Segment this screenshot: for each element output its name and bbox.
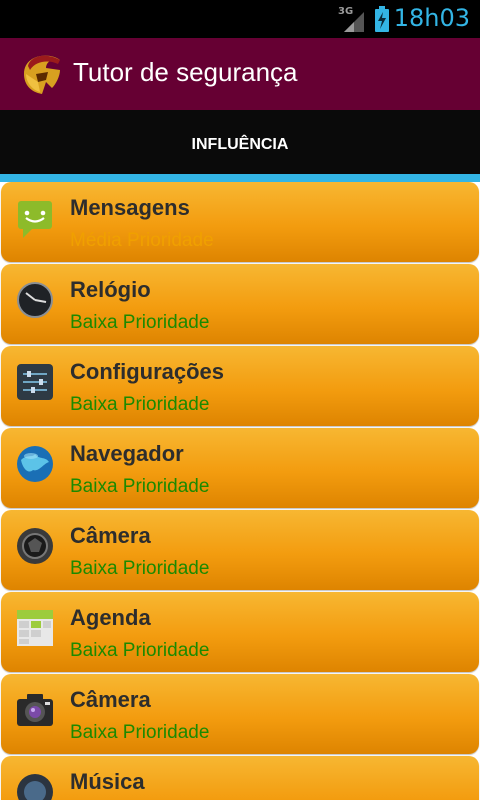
priority-label: Baixa Prioridade: [70, 722, 210, 743]
priority-label: Baixa Prioridade: [70, 476, 210, 497]
status-bar: 3G 18h03: [0, 0, 480, 38]
priority-label: Baixa Prioridade: [70, 312, 210, 333]
spartan-helmet-logo-icon[interactable]: [16, 48, 68, 100]
clock-icon: [15, 280, 55, 320]
app-name: Câmera: [70, 687, 151, 712]
battery-icon: [374, 6, 390, 32]
settings-icon: [15, 362, 55, 402]
list-item[interactable]: Configurações Baixa Prioridade: [1, 346, 479, 426]
list-item[interactable]: Câmera Baixa Prioridade: [1, 674, 479, 754]
camera-lens-icon: [15, 526, 55, 566]
clock-time: 18h03: [393, 4, 470, 32]
priority-label: Baixa Prioridade: [70, 394, 210, 415]
app-name: Câmera: [70, 523, 151, 548]
app-title: Tutor de segurança: [73, 57, 298, 87]
app-name: Agenda: [70, 605, 151, 630]
tab-indicator: [0, 174, 480, 182]
list-item[interactable]: Agenda Baixa Prioridade: [1, 592, 479, 672]
priority-label: Média Prioridade: [70, 230, 214, 251]
music-icon: [15, 772, 55, 800]
app-name: Configurações: [70, 359, 225, 384]
list-item[interactable]: Mensagens Média Prioridade: [1, 182, 479, 262]
priority-label: Baixa Prioridade: [70, 640, 210, 661]
priority-label: Baixa Prioridade: [70, 558, 210, 579]
app-name: Navegador: [70, 441, 184, 466]
signal-3g-icon: 3G: [338, 6, 364, 32]
messages-icon: [15, 198, 55, 238]
tab-influencia[interactable]: INFLUÊNCIA: [0, 110, 480, 174]
calendar-icon: [15, 608, 55, 648]
tab-bar: INFLUÊNCIA: [0, 110, 480, 174]
action-bar: Tutor de segurança: [0, 38, 480, 110]
app-name: Relógio: [70, 277, 151, 302]
list-item[interactable]: Câmera Baixa Prioridade: [1, 510, 479, 590]
app-name: Música: [70, 769, 145, 794]
list-item[interactable]: Relógio Baixa Prioridade: [1, 264, 479, 344]
list-item[interactable]: Música: [1, 756, 479, 800]
list-item[interactable]: Navegador Baixa Prioridade: [1, 428, 479, 508]
app-name: Mensagens: [70, 195, 190, 220]
browser-globe-icon: [15, 444, 55, 484]
app-list[interactable]: Mensagens Média Prioridade Relógio Baixa…: [0, 182, 480, 800]
camera-icon: [15, 690, 55, 730]
